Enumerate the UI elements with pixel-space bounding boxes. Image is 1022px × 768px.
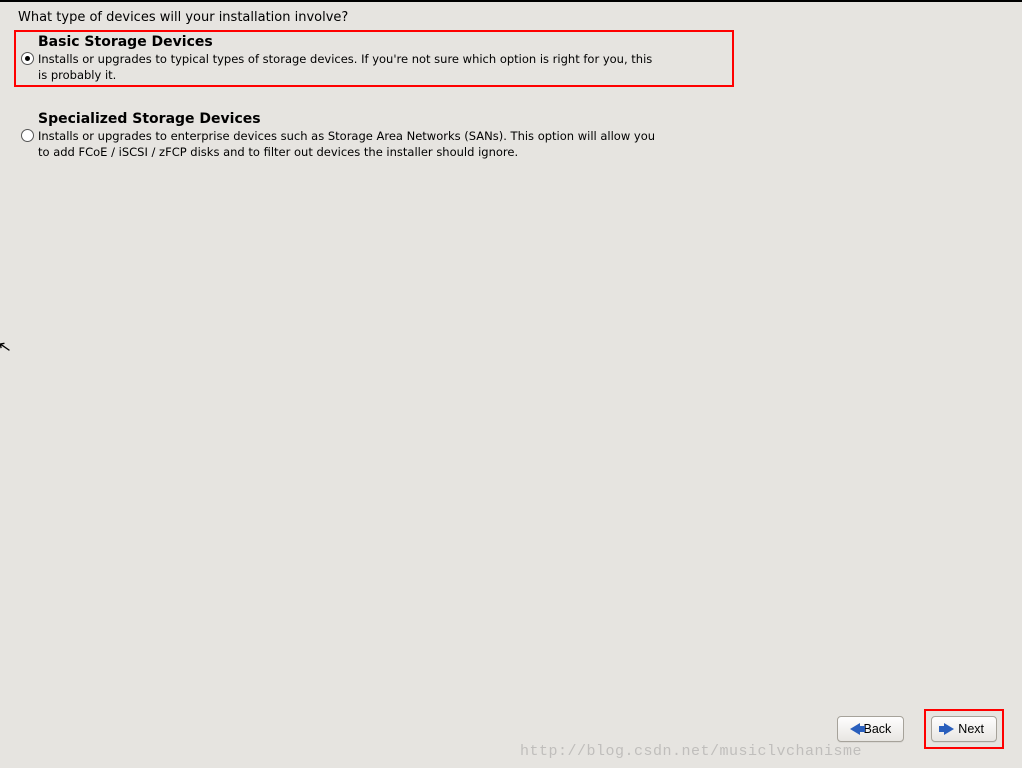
storage-options: Basic Storage Devices Installs or upgrad… bbox=[14, 30, 734, 186]
arrow-right-icon bbox=[944, 723, 954, 735]
radio-basic-storage[interactable] bbox=[21, 52, 34, 65]
option-desc-specialized: Installs or upgrades to enterprise devic… bbox=[38, 129, 656, 160]
option-text: Specialized Storage Devices Installs or … bbox=[36, 111, 656, 160]
back-button-label: Back bbox=[864, 722, 892, 736]
radio-specialized-storage[interactable] bbox=[21, 129, 34, 142]
cursor-icon: ↖ bbox=[0, 336, 13, 357]
button-bar: Back Next bbox=[837, 709, 1005, 749]
radio-wrapper bbox=[18, 34, 36, 65]
option-title-specialized: Specialized Storage Devices bbox=[38, 111, 656, 127]
option-basic-storage[interactable]: Basic Storage Devices Installs or upgrad… bbox=[14, 30, 734, 87]
top-divider bbox=[0, 0, 1022, 2]
option-specialized-storage[interactable]: Specialized Storage Devices Installs or … bbox=[14, 107, 734, 164]
option-text: Basic Storage Devices Installs or upgrad… bbox=[36, 34, 656, 83]
watermark-text: http://blog.csdn.net/musiclvchanisme bbox=[520, 743, 862, 760]
option-title-basic: Basic Storage Devices bbox=[38, 34, 656, 50]
option-desc-basic: Installs or upgrades to typical types of… bbox=[38, 52, 656, 83]
back-button[interactable]: Back bbox=[837, 716, 905, 742]
page-heading: What type of devices will your installat… bbox=[18, 10, 348, 25]
radio-wrapper bbox=[18, 111, 36, 142]
next-button[interactable]: Next bbox=[931, 716, 997, 742]
back-button-wrapper: Back bbox=[837, 716, 905, 742]
next-button-wrapper: Next bbox=[924, 709, 1004, 749]
arrow-left-icon bbox=[850, 723, 860, 735]
next-button-label: Next bbox=[958, 722, 984, 736]
